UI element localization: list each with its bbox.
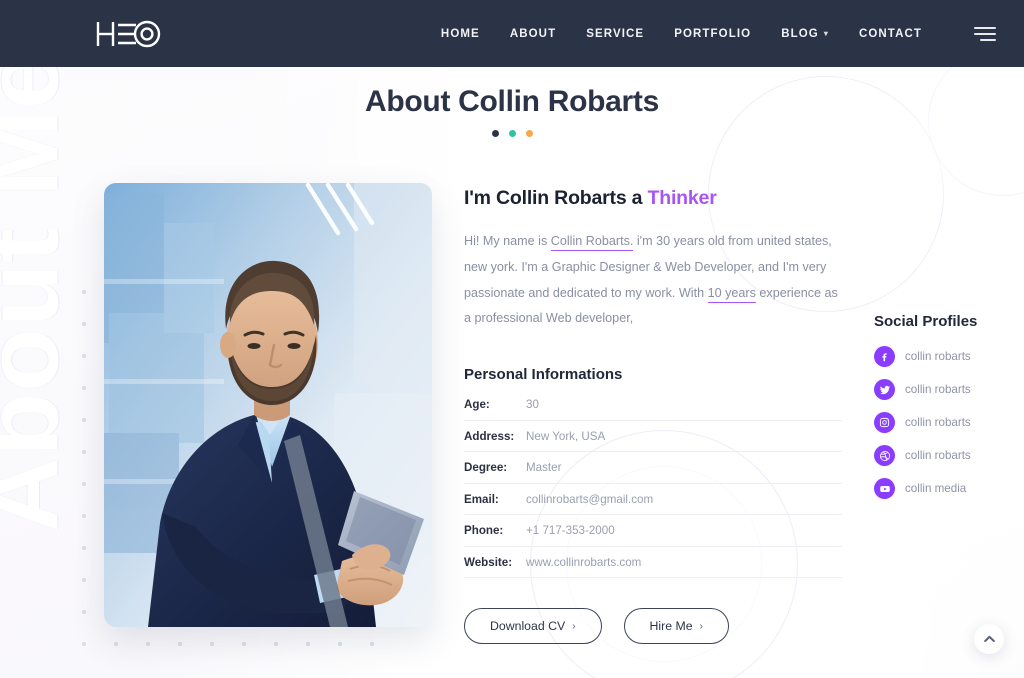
field-value: +1 717-353-2000: [526, 524, 615, 537]
social-name: collin robarts: [905, 383, 971, 396]
social-link-dribbble[interactable]: collin robarts: [874, 445, 1024, 466]
chevron-right-icon: ›: [572, 620, 576, 632]
youtube-icon: [874, 478, 895, 499]
social-link-youtube[interactable]: collin media: [874, 478, 1024, 499]
hire-me-label: Hire Me: [649, 619, 693, 634]
social-name: collin media: [905, 482, 967, 495]
download-cv-button[interactable]: Download CV ›: [464, 608, 602, 645]
nav-label: ABOUT: [509, 27, 557, 40]
twitter-icon: [874, 379, 895, 400]
hamburger-line: [974, 32, 996, 35]
table-row: Email: collinrobarts@gmail.com: [464, 484, 842, 516]
social-name: collin robarts: [905, 449, 971, 462]
hamburger-icon[interactable]: [974, 26, 996, 41]
social-link-facebook[interactable]: collin robarts: [874, 346, 1024, 367]
social-name: collin robarts: [905, 416, 971, 429]
instagram-icon: [874, 412, 895, 433]
field-value: 30: [526, 398, 539, 411]
social-link-instagram[interactable]: collin robarts: [874, 412, 1024, 433]
table-row: Website: www.collinrobarts.com: [464, 547, 842, 579]
table-row: Address: New York, USA: [464, 421, 842, 453]
logo-heo[interactable]: [96, 17, 162, 51]
chevron-down-icon: ▾: [823, 29, 829, 38]
field-label: Email:: [464, 492, 499, 506]
nav-item-blog[interactable]: BLOG ▾: [781, 28, 829, 40]
dribbble-icon: [874, 445, 895, 466]
nav-label: BLOG: [781, 27, 819, 40]
table-row: Age: 30: [464, 389, 842, 421]
link-ten-years[interactable]: 10 years: [707, 285, 756, 303]
nav-item-portfolio[interactable]: PORTFOLIO: [674, 28, 751, 40]
nav-label: CONTACT: [858, 27, 922, 40]
personal-informations: Personal Informations Age: 30 Address: N…: [464, 366, 842, 579]
download-cv-label: Download CV: [490, 619, 566, 634]
about-info-column: I'm Collin Robarts a Thinker Hi! My name…: [464, 183, 842, 645]
scroll-to-top-button[interactable]: [974, 624, 1004, 654]
title-dots: [0, 130, 1024, 137]
social-name: collin robarts: [905, 350, 971, 363]
field-label: Age:: [464, 398, 490, 411]
intro-title-prefix: I'm Collin Robarts a: [464, 187, 648, 209]
nav-label: PORTFOLIO: [674, 27, 752, 40]
paragraph-part-1: Hi! My name is: [464, 234, 551, 248]
chevron-up-icon: [983, 635, 995, 642]
field-label: Website:: [464, 555, 513, 569]
dot-amber: [525, 130, 533, 137]
profile-photo-wrap: [104, 182, 432, 644]
site-header: HOME ABOUT SERVICE PORTFOLIO BLOG ▾ CONT…: [0, 0, 1024, 67]
facebook-icon: [874, 346, 895, 367]
hamburger-line: [980, 38, 996, 41]
personal-info-title: Personal Informations: [464, 366, 623, 384]
field-value: Master: [526, 461, 562, 474]
page-title: About Collin Robarts: [365, 85, 659, 118]
intro-paragraph: Hi! My name is Collin Robarts. i'm 30 ye…: [464, 229, 842, 332]
field-label: Address:: [464, 429, 515, 443]
hamburger-line: [974, 26, 996, 29]
nav-item-about[interactable]: ABOUT: [510, 28, 556, 40]
intro-title: I'm Collin Robarts a Thinker: [464, 187, 842, 210]
intro-title-accent: Thinker: [647, 187, 717, 209]
nav-item-home[interactable]: HOME: [441, 28, 480, 40]
nav-label: HOME: [440, 27, 480, 40]
dot-green: [508, 130, 516, 137]
table-row: Phone: +1 717-353-2000: [464, 515, 842, 547]
table-row: Degree: Master: [464, 452, 842, 484]
chevron-right-icon: ›: [699, 620, 703, 632]
dot-navy: [491, 130, 499, 137]
hire-me-button[interactable]: Hire Me ›: [623, 608, 729, 645]
field-value: New York, USA: [526, 429, 606, 443]
nav-item-service[interactable]: SERVICE: [586, 28, 644, 40]
social-profiles-list: collin robarts collin robarts collin rob…: [874, 346, 1024, 499]
field-label: Phone:: [464, 524, 504, 537]
page-header-block: About Collin Robarts: [0, 67, 1024, 137]
field-value: www.collinrobarts.com: [526, 555, 642, 569]
field-value: collinrobarts@gmail.com: [526, 492, 654, 506]
about-section: I'm Collin Robarts a Thinker Hi! My name…: [0, 137, 1024, 645]
social-profiles-title: Social Profiles: [874, 313, 978, 330]
field-label: Degree:: [464, 461, 508, 474]
link-collin-robarts[interactable]: Collin Robarts.: [550, 234, 634, 251]
main-navigation: HOME ABOUT SERVICE PORTFOLIO BLOG ▾ CONT…: [441, 26, 996, 41]
nav-item-contact[interactable]: CONTACT: [859, 28, 922, 40]
action-buttons: Download CV › Hire Me ›: [464, 608, 842, 645]
social-link-twitter[interactable]: collin robarts: [874, 379, 1024, 400]
profile-photo: [104, 183, 432, 627]
nav-label: SERVICE: [586, 27, 645, 40]
social-profiles-column: Social Profiles collin robarts collin ro…: [874, 183, 1024, 644]
